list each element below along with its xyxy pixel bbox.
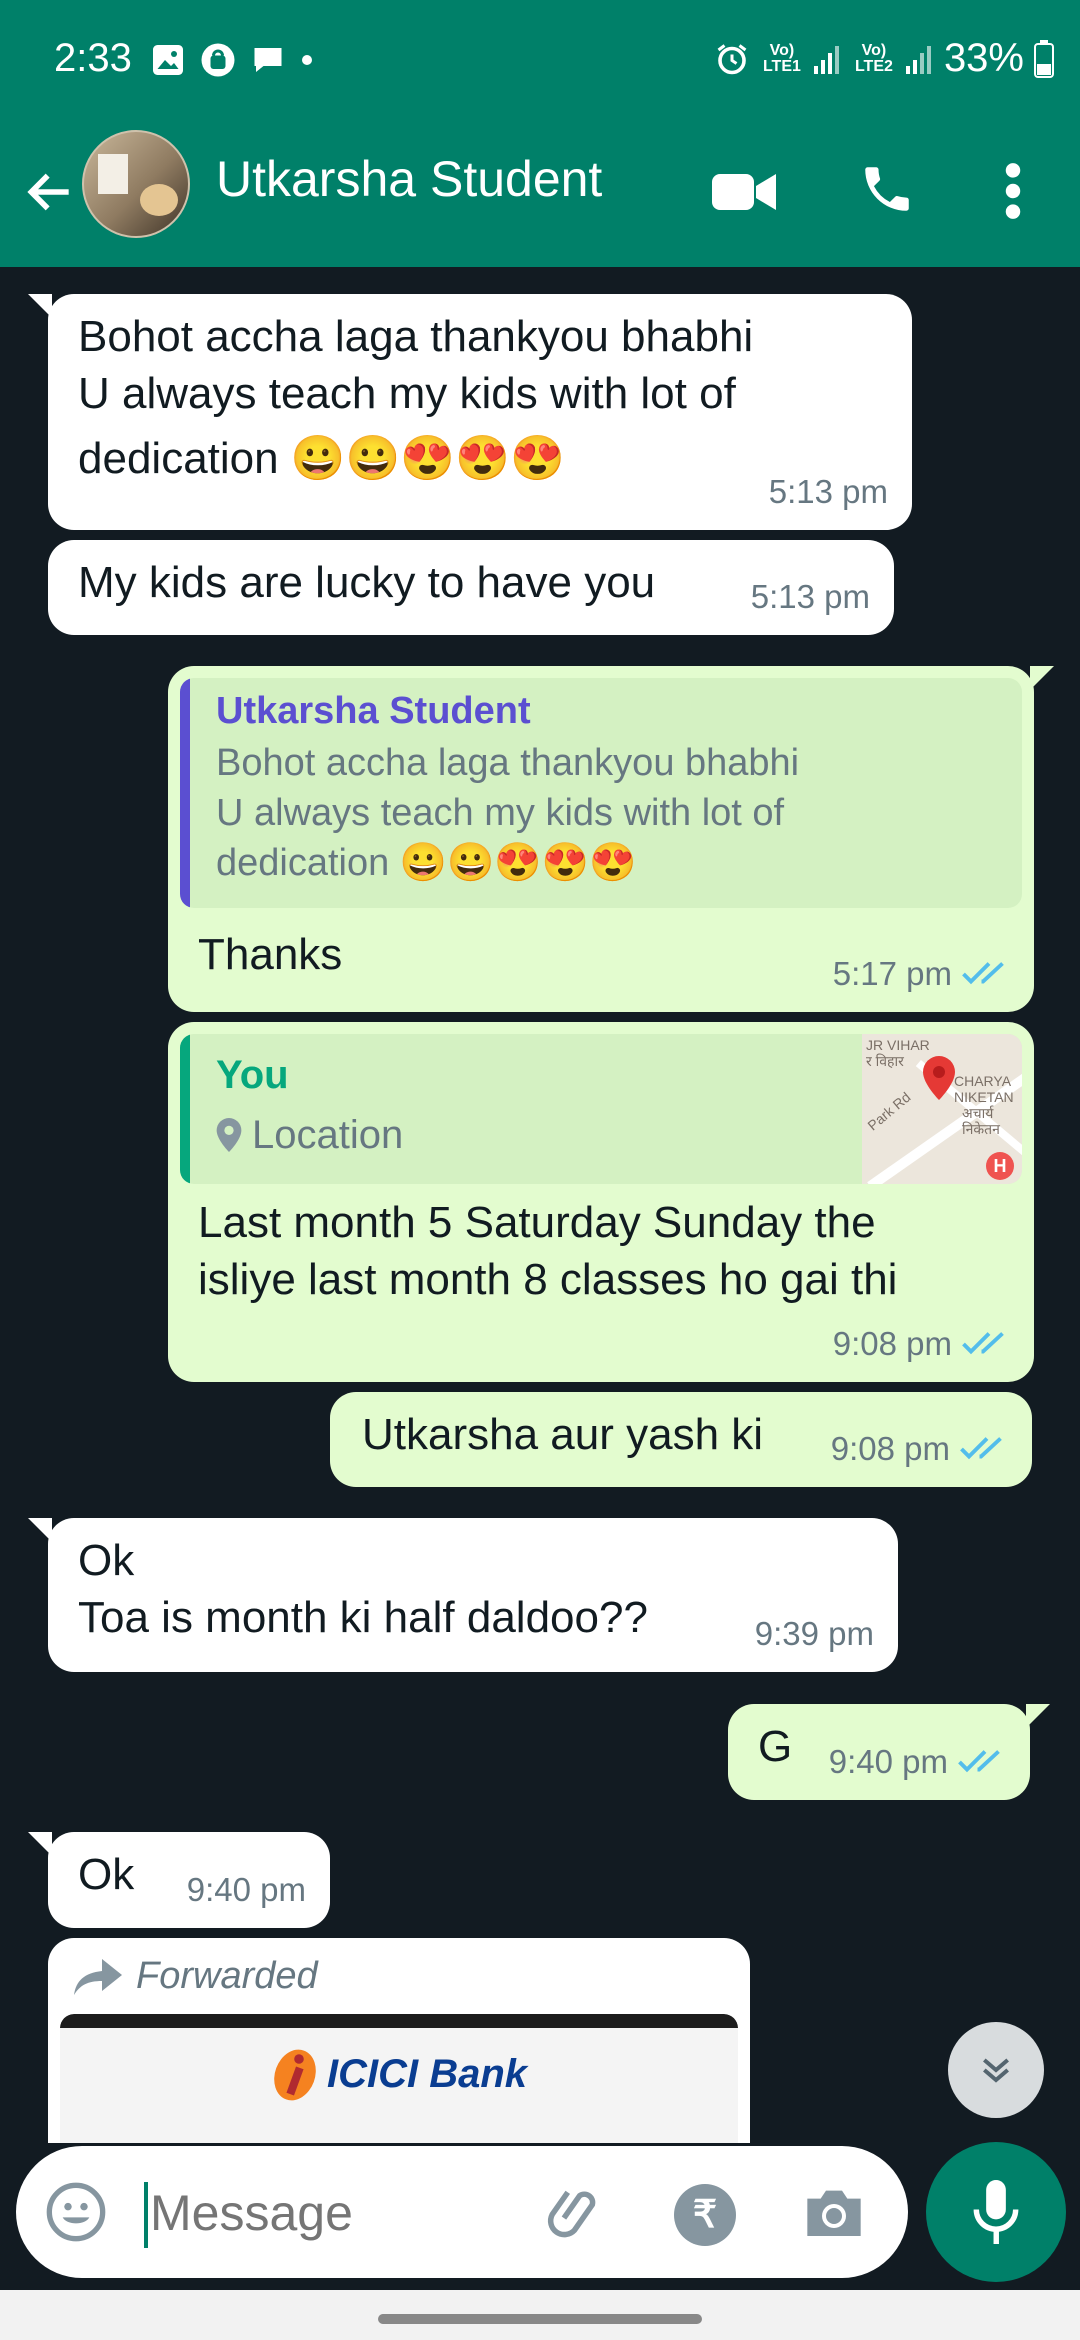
message-text: Ok xyxy=(78,1536,135,1585)
battery-percent: 33% xyxy=(943,36,1024,80)
quote-location-label: Location xyxy=(252,1113,404,1157)
message-text: Last month 5 Saturday Sunday the xyxy=(198,1198,876,1247)
double-tick-icon xyxy=(960,1436,1002,1459)
attach-icon[interactable] xyxy=(544,2180,610,2246)
location-pin-icon xyxy=(216,1118,242,1152)
scroll-down-button[interactable] xyxy=(948,2022,1044,2118)
message-text: Ok xyxy=(78,1850,135,1899)
notification-icons xyxy=(150,40,314,80)
message-text: dedication 😀😀😍😍😍 xyxy=(78,434,565,483)
message-input-bar: ₹ xyxy=(16,2146,908,2278)
more-options-icon[interactable] xyxy=(998,160,1028,222)
rupee-icon[interactable]: ₹ xyxy=(674,2184,736,2246)
mic-button[interactable] xyxy=(926,2142,1066,2282)
forward-arrow-icon xyxy=(74,1958,122,1995)
message-text: G xyxy=(758,1722,793,1771)
quote-author: You xyxy=(216,1053,289,1097)
quote-text: dedication 😀😀😍😍😍 xyxy=(216,842,637,884)
message-time: 9:40 pm xyxy=(828,1743,948,1780)
scroll-down-icon xyxy=(983,2058,1009,2083)
message-input[interactable] xyxy=(148,2176,532,2250)
bank-name: ICICI Bank xyxy=(326,2052,528,2096)
dot-icon xyxy=(302,55,312,65)
message-time: 9:40 pm xyxy=(186,1871,306,1908)
voice-call-icon[interactable] xyxy=(858,160,916,218)
map-label: CHARYA xyxy=(954,1073,1012,1089)
map-thumbnail[interactable]: JR VIHAR र विहार CHARYA NIKETAN अचार्य न… xyxy=(862,1034,1022,1184)
icici-logo-icon xyxy=(274,2049,316,2100)
map-label: Park Rd xyxy=(864,1088,914,1134)
incoming-message[interactable]: Ok 9:40 pm xyxy=(28,1832,330,1928)
map-label: JR VIHAR xyxy=(866,1037,930,1053)
message-time: 9:39 pm xyxy=(754,1615,874,1652)
emoji-icon[interactable] xyxy=(44,2180,108,2244)
map-label: अचार्य xyxy=(962,1105,994,1121)
status-time: 2:33 xyxy=(54,36,132,80)
outgoing-message[interactable]: Utkarsha aur yash ki 9:08 pm xyxy=(330,1392,1032,1487)
network-lte1: Vo) LTE1 xyxy=(762,41,801,75)
message-text: isliye last month 8 classes ho gai thi xyxy=(198,1255,898,1304)
message-time: 5:17 pm xyxy=(832,955,952,992)
message-time: 5:13 pm xyxy=(768,473,888,510)
home-gesture-bar[interactable] xyxy=(378,2314,702,2324)
camera-icon[interactable] xyxy=(802,2182,866,2242)
map-label: NIKETAN xyxy=(954,1089,1014,1105)
double-tick-icon xyxy=(962,1331,1004,1354)
forwarded-message[interactable]: Forwarded ICICI Bank xyxy=(48,1938,750,2143)
message-time: 9:08 pm xyxy=(830,1430,950,1467)
chat-area[interactable]: Bohot accha laga thankyou bhabhi U alway… xyxy=(0,267,1080,2143)
outgoing-message[interactable]: Utkarsha Student Bohot accha laga thanky… xyxy=(168,666,1054,1012)
quote-text: Bohot accha laga thankyou bhabhi xyxy=(216,742,800,784)
network-lte2: Vo) LTE2 xyxy=(854,41,893,75)
outgoing-message[interactable]: You Location JR VIHAR र विहार CHARYA NIK… xyxy=(168,1022,1034,1382)
gallery-icon xyxy=(153,45,183,75)
signal-icon xyxy=(905,45,931,74)
forwarded-label: Forwarded xyxy=(136,1955,318,1997)
chat-icon xyxy=(254,48,282,72)
message-time: 9:08 pm xyxy=(832,1325,952,1362)
quoted-message[interactable]: Utkarsha Student Bohot accha laga thanky… xyxy=(180,678,1022,908)
double-tick-icon xyxy=(958,1749,1000,1772)
map-label: निकेतन xyxy=(962,1121,1000,1137)
message-text: Toa is month ki half daldoo?? xyxy=(78,1593,648,1642)
signal-icon xyxy=(813,45,839,74)
message-time: 5:13 pm xyxy=(750,578,870,615)
incoming-message[interactable]: My kids are lucky to have you 5:13 pm xyxy=(48,540,894,635)
quote-author: Utkarsha Student xyxy=(216,690,531,732)
navigation-bar xyxy=(0,2290,1080,2340)
map-label: र विहार xyxy=(866,1053,904,1069)
bank-image[interactable]: ICICI Bank xyxy=(60,2014,738,2143)
bag-icon xyxy=(201,43,235,77)
message-text: My kids are lucky to have you xyxy=(78,558,656,607)
double-tick-icon xyxy=(962,961,1004,984)
chat-header: Utkarsha Student xyxy=(0,130,1080,267)
message-text: Utkarsha aur yash ki xyxy=(362,1410,764,1459)
contact-name[interactable]: Utkarsha Student xyxy=(216,150,602,208)
incoming-message[interactable]: Ok Toa is month ki half daldoo?? 9:39 pm xyxy=(28,1518,898,1672)
quote-text: U always teach my kids with lot of xyxy=(216,792,785,834)
outgoing-message[interactable]: G 9:40 pm xyxy=(728,1704,1050,1800)
incoming-message[interactable]: Bohot accha laga thankyou bhabhi U alway… xyxy=(28,294,912,530)
battery-icon xyxy=(1034,39,1054,78)
message-text: U always teach my kids with lot of xyxy=(78,369,736,418)
mic-icon xyxy=(973,2180,1019,2244)
hospital-marker-icon: H xyxy=(986,1152,1014,1180)
alarm-icon xyxy=(717,43,747,74)
status-bar: 2:33 Vo) LTE1 Vo) LTE2 33% xyxy=(0,0,1080,130)
avatar[interactable] xyxy=(82,130,190,238)
message-text: Bohot accha laga thankyou bhabhi xyxy=(78,312,754,361)
message-text: Thanks xyxy=(198,930,343,979)
back-arrow-icon[interactable] xyxy=(22,164,78,220)
location-pin-icon xyxy=(923,1056,955,1100)
quoted-location[interactable]: You Location JR VIHAR र विहार CHARYA NIK… xyxy=(180,1034,1022,1184)
video-call-icon[interactable] xyxy=(712,170,776,214)
